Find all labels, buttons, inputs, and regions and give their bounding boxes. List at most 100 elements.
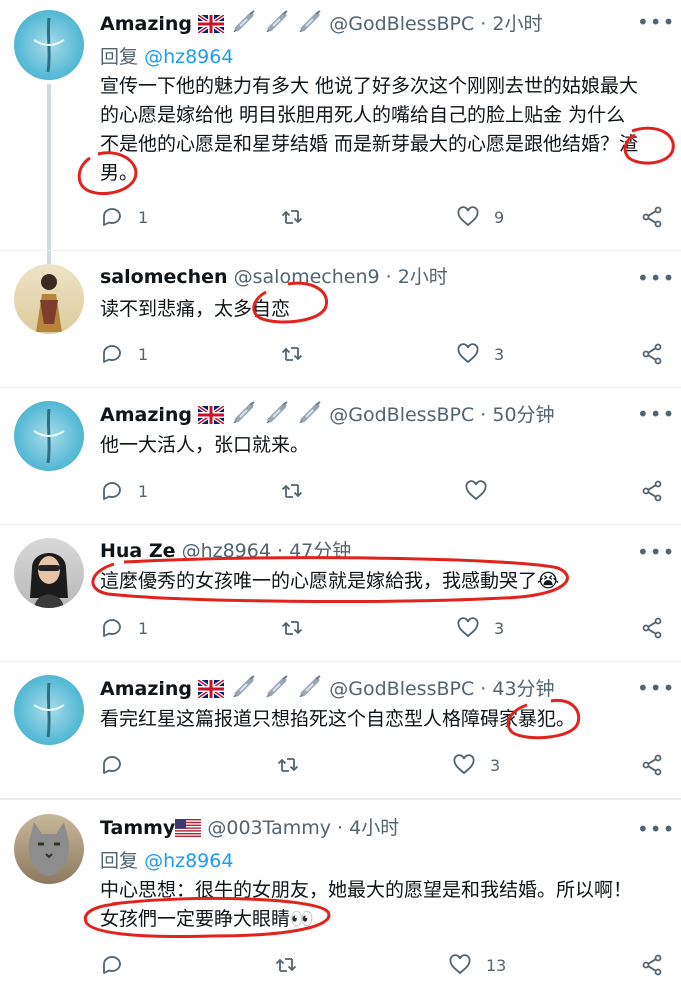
share-button[interactable] bbox=[640, 951, 664, 979]
reply-button[interactable] bbox=[100, 951, 138, 979]
separator: · bbox=[474, 404, 493, 426]
syringe-icon bbox=[233, 675, 255, 697]
tweet[interactable]: Amazing @GodBlessBPC · 2小时 ••• 回复 @hz896… bbox=[0, 0, 681, 264]
avatar[interactable] bbox=[14, 10, 84, 80]
text-line: 男。 bbox=[100, 162, 139, 184]
timestamp[interactable]: 47分钟 bbox=[289, 540, 351, 562]
handle[interactable]: @salomechen9 bbox=[234, 266, 380, 288]
share-icon bbox=[642, 206, 662, 228]
separator: · bbox=[270, 540, 290, 562]
like-button[interactable]: 9 bbox=[456, 203, 504, 231]
share-button[interactable] bbox=[640, 340, 664, 368]
avatar[interactable] bbox=[14, 264, 84, 334]
retweet-button[interactable] bbox=[280, 340, 318, 368]
like-icon bbox=[449, 954, 471, 975]
reply-handle-link[interactable]: @hz8964 bbox=[144, 850, 233, 872]
reply-prefix: 回复 bbox=[100, 850, 139, 872]
reply-button[interactable]: 1 bbox=[100, 614, 148, 642]
reply-button[interactable]: 1 bbox=[100, 477, 148, 505]
more-icon[interactable]: ••• bbox=[637, 819, 674, 845]
retweet-button[interactable] bbox=[276, 751, 314, 779]
action-bar: 1 3 bbox=[100, 614, 675, 642]
reply-icon bbox=[103, 208, 121, 226]
reply-to: 回复 @hz8964 bbox=[100, 846, 233, 873]
action-bar: 13 bbox=[100, 951, 675, 979]
more-icon[interactable]: ••• bbox=[637, 12, 674, 38]
tweet-header: Hua Ze @hz8964 · 47分钟 bbox=[100, 539, 351, 563]
display-name[interactable]: Amazing bbox=[100, 404, 192, 426]
reply-icon bbox=[103, 956, 121, 974]
reply-button[interactable]: 1 bbox=[100, 203, 148, 231]
action-bar: 1 bbox=[100, 477, 675, 505]
tweet[interactable]: Amazing @GodBlessBPC · 43分钟 ••• 看完红星这篇报道… bbox=[0, 661, 681, 798]
text-line: 中心思想：很牛的女朋友，她最大的愿望是和我结婚。所以啊！ bbox=[100, 879, 633, 901]
share-button[interactable] bbox=[640, 203, 664, 231]
handle[interactable]: @GodBlessBPC bbox=[329, 678, 474, 700]
thread-line bbox=[47, 84, 51, 264]
handle[interactable]: @GodBlessBPC bbox=[329, 404, 474, 426]
display-name[interactable]: Tammy bbox=[100, 817, 175, 839]
retweet-icon bbox=[277, 758, 299, 772]
like-button[interactable] bbox=[464, 477, 502, 505]
reply-handle-link[interactable]: @hz8964 bbox=[144, 46, 233, 68]
more-icon[interactable]: ••• bbox=[637, 268, 674, 294]
like-button[interactable]: 3 bbox=[456, 614, 504, 642]
avatar[interactable] bbox=[14, 675, 84, 745]
retweet-icon bbox=[281, 484, 303, 498]
share-button[interactable] bbox=[640, 751, 664, 779]
avatar[interactable] bbox=[14, 538, 84, 608]
reply-icon bbox=[103, 619, 121, 637]
text-line: 读不到悲痛，太多自恋 bbox=[100, 298, 291, 320]
text-line: 不是他的心愿是和星芽结婚 而是新芽最大的心愿是跟他结婚？渣 bbox=[100, 133, 639, 155]
text-line: 他一大活人，张口就来。 bbox=[100, 434, 310, 456]
retweet-button[interactable] bbox=[280, 203, 318, 231]
syringe-icon bbox=[299, 10, 321, 32]
timestamp[interactable]: 4小时 bbox=[349, 817, 399, 839]
separator: · bbox=[379, 266, 398, 288]
separator: · bbox=[474, 13, 493, 35]
retweet-button[interactable] bbox=[274, 951, 312, 979]
action-bar: 3 bbox=[100, 751, 675, 779]
handle[interactable]: @hz8964 bbox=[182, 540, 271, 562]
display-name[interactable]: Amazing bbox=[100, 678, 192, 700]
display-name[interactable]: Hua Ze bbox=[100, 540, 176, 562]
display-name[interactable]: salomechen bbox=[100, 266, 228, 288]
tweet[interactable]: Hua Ze @hz8964 · 47分钟 ••• 這麼優秀的女孩唯一的心愿就是… bbox=[0, 524, 681, 661]
reply-icon bbox=[103, 756, 121, 774]
handle[interactable]: @003Tammy bbox=[207, 817, 331, 839]
reply-button[interactable] bbox=[100, 751, 138, 779]
tweet-header: Amazing @GodBlessBPC · 43分钟 bbox=[100, 675, 555, 701]
like-button[interactable]: 3 bbox=[452, 751, 500, 779]
avatar[interactable] bbox=[14, 814, 84, 884]
like-count: 9 bbox=[494, 207, 505, 227]
retweet-button[interactable] bbox=[280, 614, 318, 642]
action-bar: 1 9 bbox=[100, 203, 675, 231]
tweet[interactable]: Amazing @GodBlessBPC · 50分钟 ••• 他一大活人，张口… bbox=[0, 387, 681, 524]
tweet[interactable]: salomechen @salomechen9 · 2小时 ••• 读不到悲痛，… bbox=[0, 250, 681, 390]
more-icon[interactable]: ••• bbox=[637, 542, 674, 568]
like-button[interactable]: 3 bbox=[456, 340, 504, 368]
uk-flag-icon bbox=[198, 680, 225, 698]
share-button[interactable] bbox=[640, 614, 664, 642]
handle[interactable]: @GodBlessBPC bbox=[329, 13, 474, 35]
text-line: 的心愿是嫁给他 明目张胆用死人的嘴给自己的脸上贴金 为什么 bbox=[100, 104, 626, 126]
more-icon[interactable]: ••• bbox=[637, 678, 674, 704]
uk-flag-icon bbox=[198, 406, 225, 424]
retweet-button[interactable] bbox=[280, 477, 318, 505]
share-button[interactable] bbox=[640, 477, 664, 505]
timestamp[interactable]: 2小时 bbox=[492, 13, 542, 35]
avatar[interactable] bbox=[14, 401, 84, 471]
like-icon bbox=[457, 617, 479, 638]
reply-button[interactable]: 1 bbox=[100, 340, 148, 368]
like-count: 3 bbox=[490, 755, 501, 775]
like-button[interactable]: 13 bbox=[448, 951, 506, 979]
timestamp[interactable]: 50分钟 bbox=[492, 404, 554, 426]
timestamp[interactable]: 43分钟 bbox=[492, 678, 554, 700]
like-count: 13 bbox=[486, 955, 507, 975]
tweet[interactable]: Tammy @003Tammy · 4小时 ••• 回复 @hz8964 中心思… bbox=[0, 800, 681, 1000]
timestamp[interactable]: 2小时 bbox=[398, 266, 448, 288]
reply-icon bbox=[103, 345, 121, 363]
like-count: 3 bbox=[494, 618, 505, 638]
display-name[interactable]: Amazing bbox=[100, 13, 192, 35]
more-icon[interactable]: ••• bbox=[637, 404, 674, 430]
